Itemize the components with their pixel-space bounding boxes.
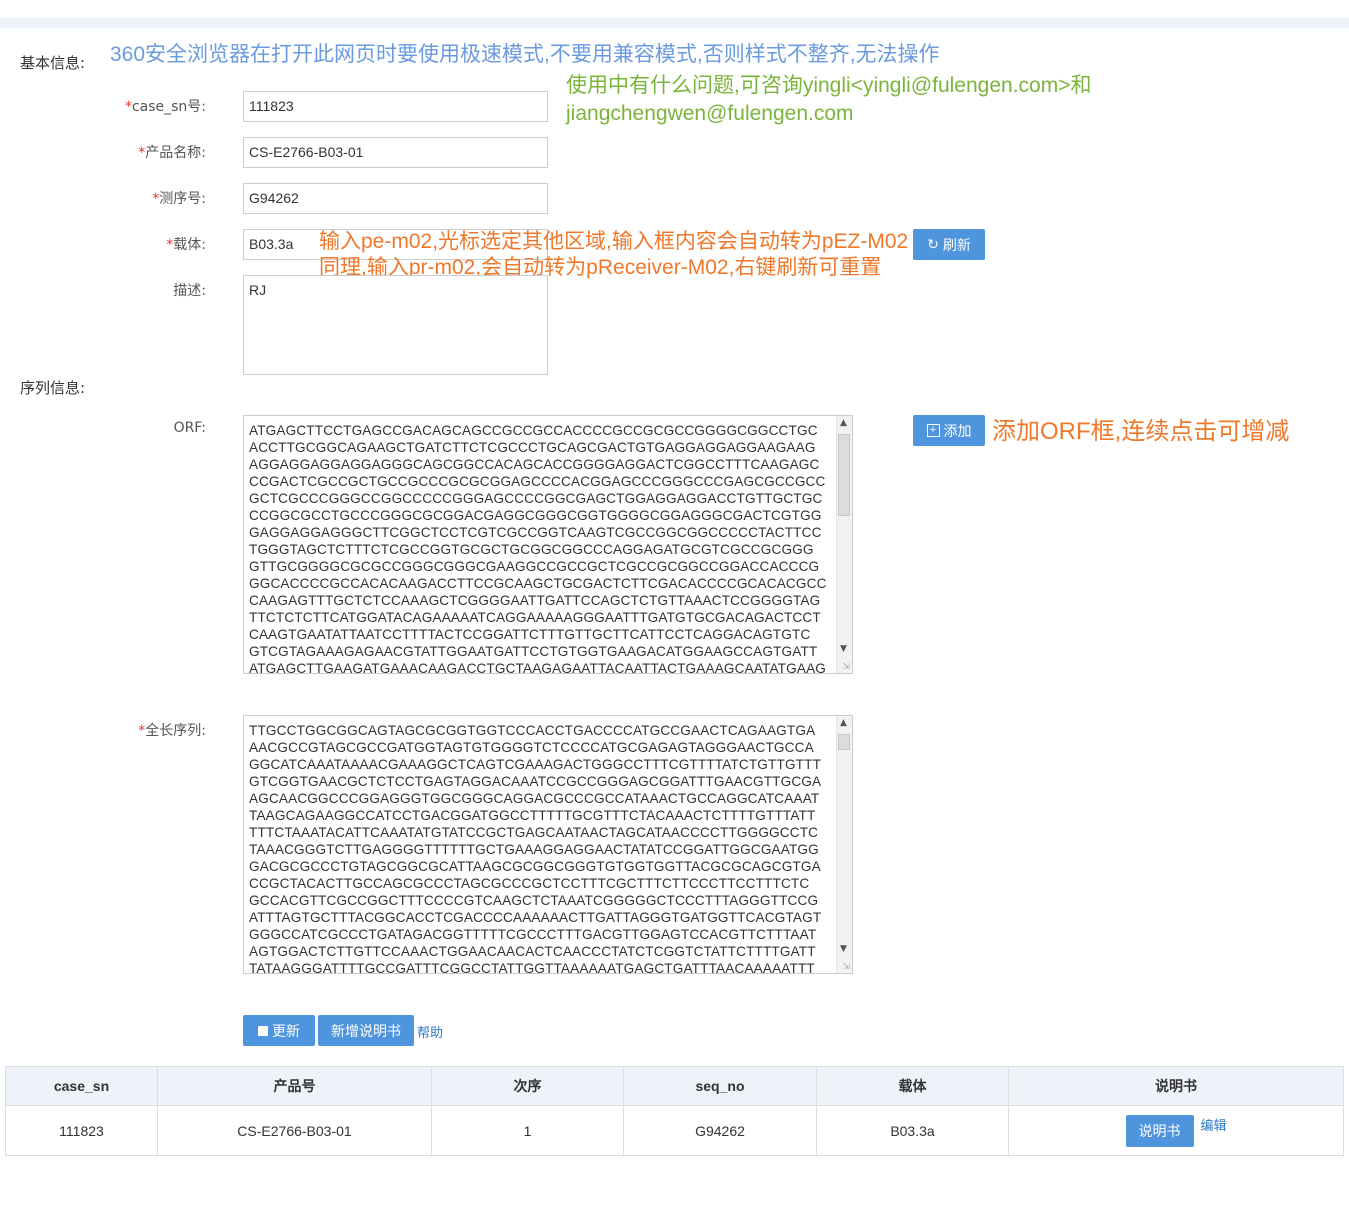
- contact-note: 使用中有什么问题,可咨询yingli<yingli@fulengen.com>和…: [566, 72, 1091, 128]
- orf-sequence-line: ATGAGCTTCCTGAGCCGACAGCAGCCGCCGCCACCCCGCC…: [249, 423, 818, 438]
- resize-handle-icon[interactable]: ⇲: [842, 962, 850, 972]
- full-sequence-text: TTGCCTGGCGGCAGTAGCGCGGTGGTCCCACCTGACCCCA…: [249, 722, 834, 974]
- full-sequence-line: ATTTAGTGCTTTACGGCACCTCGACCCCAAAAAACTTGAT…: [249, 910, 822, 925]
- help-link[interactable]: 帮助: [417, 1022, 443, 1041]
- orf-sequence-line: GTCGTAGAAAGAGAACGTATTGGAATGATTCCTGTGGTGA…: [249, 644, 818, 659]
- case-sn-label: *case_sn号:: [124, 99, 206, 115]
- edit-link[interactable]: 编辑: [1200, 1118, 1226, 1133]
- orf-sequence-line: GTTGCGGGGCGCGCCGGGCGGGCGAAGGCCGCCGCTCGCC…: [249, 559, 820, 574]
- full-sequence-line: CCGCTACACTTGCCAGCGCCCTAGCGCCCGCTCCTTTCGC…: [249, 876, 810, 891]
- cell-product: CS-E2766-B03-01: [157, 1105, 432, 1156]
- browser-mode-note: 360安全浏览器在打开此网页时要使用极速模式,不要用兼容模式,否则样式不整齐,无…: [110, 43, 940, 66]
- orf-sequence-line: AGGAGGAGGAGGAGGGCAGCGGCCACAGCACCGGGGAGGA…: [249, 457, 820, 472]
- cell-case-sn: 111823: [5, 1105, 158, 1156]
- full-sequence-line: TTGCCTGGCGGCAGTAGCGCGGTGGTCCCACCTGACCCCA…: [249, 723, 816, 738]
- col-header-order: 次序: [431, 1066, 624, 1106]
- scroll-thumb[interactable]: [838, 434, 850, 516]
- col-header-vector: 载体: [816, 1066, 1009, 1106]
- update-button[interactable]: 更新: [243, 1015, 315, 1046]
- case-sn-input[interactable]: 111823: [243, 91, 548, 122]
- full-sequence-line: TAAACGGGTCTTGAGGGGTTTTTTGCTGAAAGGAGGAACT…: [249, 842, 819, 857]
- full-seq-scrollbar[interactable]: ▲ ▼: [836, 716, 852, 973]
- required-mark: *: [124, 99, 132, 115]
- col-header-manual: 说明书: [1008, 1066, 1344, 1106]
- orf-sequence-line: ACCTTGCGGCAGAAGCTGATCTTCTCGCCCTGCAGCGACT…: [249, 440, 816, 455]
- manual-button[interactable]: 说明书: [1125, 1114, 1194, 1147]
- top-strip: [0, 18, 1349, 28]
- full-sequence-line: GCCACGTTCGCCGGCTTTCCCCGTCAAGCTCTAAATCGGG…: [249, 893, 819, 908]
- save-icon: [258, 1025, 268, 1036]
- orf-sequence-line: CCGGCGCCTGCCCGGGCGCGGACGAGGCGGGCGGTGGGGC…: [249, 508, 822, 523]
- full-sequence-line: TTTCTAAATACATTCAAATATGTATCCGCTGAGCAATAAC…: [249, 825, 819, 840]
- full-sequence-line: GACGCGCCCTGTAGCGGCGCATTAAGCGCGGCGGGTGTGG…: [249, 859, 821, 874]
- full-sequence-line: AGCAACGGCCCGGAGGGTGGCGGGCAGGACGCCCGCCATA…: [249, 791, 820, 806]
- cell-order: 1: [431, 1105, 624, 1156]
- cell-seq-no: G94262: [623, 1105, 817, 1156]
- orf-textarea[interactable]: ATGAGCTTCCTGAGCCGACAGCAGCCGCCGCCACCCCGCC…: [243, 415, 853, 674]
- full-sequence-line: AGTGGACTCTTGTTCCAAACTGGAACAACACTCAACCCTA…: [249, 944, 816, 959]
- description-label: 描述:: [173, 283, 206, 299]
- refresh-button[interactable]: ↻ 刷新: [913, 229, 985, 260]
- contact-note-line1: 使用中有什么问题,可咨询yingli<yingli@fulengen.com>和: [566, 74, 1092, 97]
- seq-no-label: *测序号:: [152, 191, 206, 207]
- full-seq-label: *全长序列:: [138, 723, 206, 739]
- basic-info-label: 基本信息:: [20, 54, 86, 72]
- orf-sequence-line: GCTCGCCCGGGCCGGCCCCCGGGAGCCCCGGCGAGCTGGA…: [249, 491, 823, 506]
- orf-label: ORF:: [173, 420, 206, 436]
- scroll-down-icon[interactable]: ▼: [840, 944, 847, 954]
- vector-note: 输入pe-m02,光标选定其他区域,输入框内容会自动转为pEZ-M02 同理,输…: [319, 229, 908, 281]
- full-sequence-line: GGCATCAAATAAAACGAAAGGCTCAGTCGAAAGACTGGGC…: [249, 757, 822, 772]
- scroll-up-icon[interactable]: ▲: [840, 418, 847, 428]
- refresh-icon: ↻: [927, 236, 939, 252]
- product-name-input[interactable]: CS-E2766-B03-01: [243, 137, 548, 168]
- description-textarea[interactable]: RJ: [243, 275, 548, 375]
- col-header-seq-no: seq_no: [623, 1066, 817, 1106]
- vector-label: *载体:: [166, 237, 206, 253]
- col-header-product: 产品号: [157, 1066, 432, 1106]
- seq-no-input[interactable]: G94262: [243, 183, 548, 214]
- cell-manual: 说明书 编辑: [1008, 1105, 1344, 1156]
- table-row: 111823 CS-E2766-B03-01 1 G94262 B03.3a 说…: [5, 1105, 1344, 1156]
- orf-sequence-text: ATGAGCTTCCTGAGCCGACAGCAGCCGCCGCCACCCCGCC…: [249, 422, 834, 674]
- orf-sequence-line: GGCACCCCGCCACACAAGACCTTCCGCAAGCTGCGACTCT…: [249, 576, 827, 591]
- orf-sequence-line: TGGGTAGCTCTTTCTCGCCGGTGCGCTGCGGCGGCCCAGG…: [249, 542, 814, 557]
- contact-note-line2: jiangchengwen@fulengen.com: [566, 102, 854, 125]
- scroll-up-icon[interactable]: ▲: [840, 718, 847, 728]
- scroll-down-icon[interactable]: ▼: [840, 644, 847, 654]
- orf-sequence-line: CAAGAGTTTGCTCTCCAAAGCTCGGGGAATTGATTCCAGC…: [249, 593, 821, 608]
- orf-add-note: 添加ORF框,连续点击可增减: [992, 418, 1290, 445]
- new-manual-button[interactable]: 新增说明书: [318, 1015, 414, 1046]
- orf-sequence-line: TTCTCTCTTCATGGATACAGAAAAATCAGGAAAAAGGGAA…: [249, 610, 821, 625]
- vector-note-line1: 输入pe-m02,光标选定其他区域,输入框内容会自动转为pEZ-M02: [319, 230, 909, 253]
- resize-handle-icon[interactable]: ⇲: [842, 662, 850, 672]
- table-header-row: case_sn 产品号 次序 seq_no 载体 说明书: [5, 1066, 1344, 1106]
- scroll-thumb[interactable]: [838, 734, 850, 750]
- product-name-label: *产品名称:: [138, 145, 206, 161]
- full-sequence-textarea[interactable]: TTGCCTGGCGGCAGTAGCGCGGTGGTCCCACCTGACCCCA…: [243, 715, 853, 974]
- plus-box-icon: +: [926, 424, 940, 437]
- full-sequence-line: GTCGGTGAACGCTCTCCTGAGTAGGACAAATCCGCCGGGA…: [249, 774, 822, 789]
- full-sequence-line: AACGCCGTAGCGCCGATGGTAGTGTGGGGTCTCCCCATGC…: [249, 740, 814, 755]
- orf-sequence-line: CCGACTCGCCGCTGCCGCCCGCGCGGAGCCCCACGGAGCC…: [249, 474, 826, 489]
- cell-vector: B03.3a: [816, 1105, 1009, 1156]
- full-sequence-line: TATAAGGGATTTTGCCGATTTCGGCCTATTGGTTAAAAAA…: [249, 961, 815, 974]
- add-orf-button[interactable]: + 添加: [913, 415, 985, 446]
- orf-sequence-line: ATGAGCTTGAAGATGAAACAAGACCTGCTAAGAGAATTAC…: [249, 661, 827, 674]
- full-sequence-line: GGGCCATCGCCCTGATAGACGGTTTTTCGCCCTTTGACGT…: [249, 927, 817, 942]
- sequence-info-label: 序列信息:: [20, 379, 86, 397]
- manual-table: case_sn 产品号 次序 seq_no 载体 说明书 111823 CS-E…: [5, 1066, 1344, 1156]
- col-header-case-sn: case_sn: [5, 1066, 158, 1106]
- orf-scrollbar[interactable]: ▲ ▼: [836, 416, 852, 673]
- orf-sequence-line: GAGGAGGAGGGCTTCGGCTCCTCGTCGCCGGTCAAGTCGC…: [249, 525, 822, 540]
- orf-sequence-line: CAAGTGAATATTAATCCTTTTACTCCGGATTCTTTGTTGC…: [249, 627, 811, 642]
- full-sequence-line: TAAGCAGAAGGCCATCCTGACGGATGGCCTTTTTGCGTTT…: [249, 808, 816, 823]
